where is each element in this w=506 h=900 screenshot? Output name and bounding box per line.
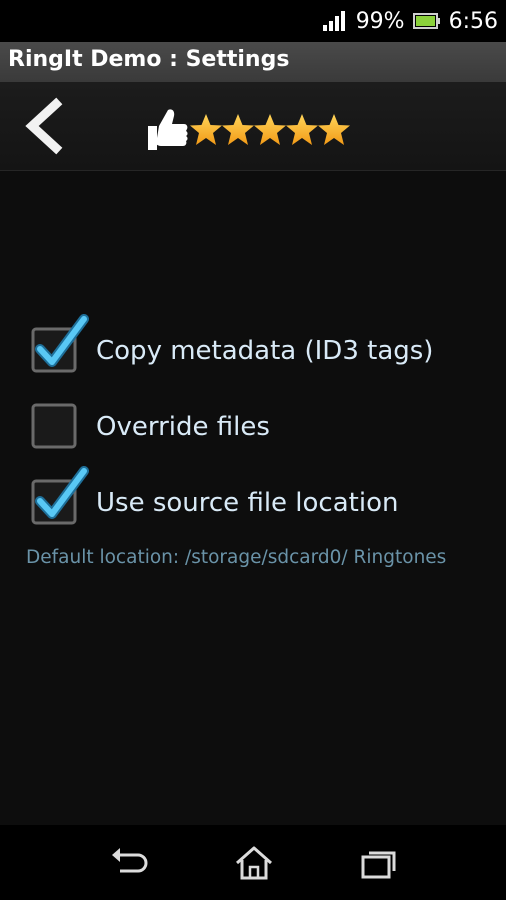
nav-recent-apps-button[interactable]	[354, 843, 404, 883]
override-files-label: Override files	[96, 412, 270, 442]
copy-metadata-label: Copy metadata (ID3 tags)	[96, 336, 434, 366]
checkbox-empty-icon	[31, 403, 77, 449]
rating-stars	[190, 114, 350, 145]
status-indicators: 99% 6:56	[322, 6, 498, 36]
pref-use-source-location[interactable]: Use source file location	[30, 466, 490, 531]
settings-list: Copy metadata (ID3 tags) Override files …	[0, 171, 506, 825]
navigation-bar	[0, 825, 506, 900]
nav-back-button[interactable]	[104, 843, 154, 883]
battery-icon	[412, 13, 440, 29]
status-bar: 99% 6:56	[0, 0, 506, 42]
nav-home-button[interactable]	[229, 843, 279, 883]
pref-override-files[interactable]: Override files	[30, 399, 490, 455]
back-icon	[112, 848, 148, 873]
back-chevron-icon	[25, 97, 63, 155]
thumbs-up-icon	[148, 109, 188, 150]
title-bar: RingIt Demo : Settings	[0, 42, 506, 83]
checkmark-icon	[31, 314, 89, 373]
back-button[interactable]	[18, 96, 78, 156]
star-icon	[190, 114, 222, 145]
recent-apps-icon	[361, 851, 396, 879]
clock: 6:56	[448, 8, 498, 34]
override-files-checkbox[interactable]	[30, 403, 78, 451]
use-source-location-label: Use source file location	[96, 488, 399, 518]
battery-percent: 99%	[355, 8, 405, 34]
pref-copy-metadata[interactable]: Copy metadata (ID3 tags)	[30, 314, 490, 379]
star-icon	[254, 114, 286, 145]
rate-app-button[interactable]	[146, 106, 352, 152]
default-location-summary: Default location: /storage/sdcard0/ Ring…	[26, 547, 447, 568]
action-bar	[0, 82, 506, 171]
star-icon	[286, 114, 318, 145]
use-source-location-checkbox[interactable]	[30, 466, 89, 527]
checkmark-icon	[31, 466, 89, 525]
home-icon	[236, 846, 272, 880]
star-icon	[318, 114, 350, 145]
signal-icon	[322, 11, 345, 31]
star-icon	[222, 114, 254, 145]
copy-metadata-checkbox[interactable]	[30, 314, 89, 375]
page-title: RingIt Demo : Settings	[8, 47, 290, 72]
